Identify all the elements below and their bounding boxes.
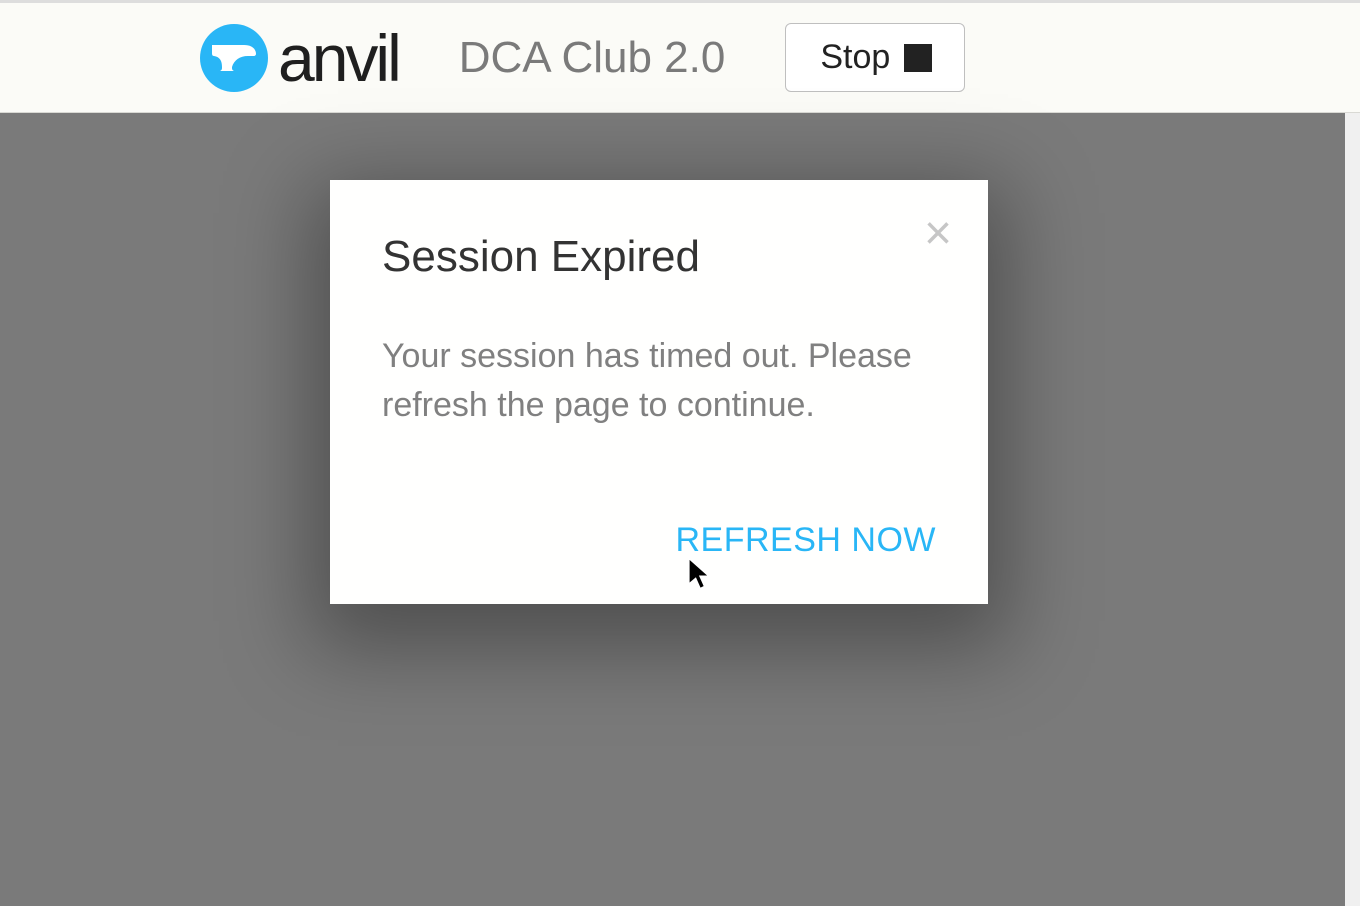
modal-footer: REFRESH NOW	[382, 521, 936, 560]
stop-button-label: Stop	[820, 38, 890, 77]
refresh-now-button[interactable]: REFRESH NOW	[676, 521, 937, 559]
app-title: DCA Club 2.0	[459, 33, 726, 83]
session-expired-modal: × Session Expired Your session has timed…	[330, 180, 988, 604]
anvil-logo[interactable]: anvil	[200, 20, 399, 96]
anvil-logo-icon	[200, 24, 268, 92]
right-gutter	[1345, 113, 1360, 906]
close-icon[interactable]: ×	[924, 210, 952, 258]
modal-body-text: Your session has timed out. Please refre…	[382, 332, 936, 431]
modal-title: Session Expired	[382, 232, 936, 282]
stop-button[interactable]: Stop	[785, 23, 965, 92]
anvil-logo-text: anvil	[278, 20, 399, 96]
app-preview-overlay: × Session Expired Your session has timed…	[0, 113, 1360, 906]
stop-icon	[904, 44, 932, 72]
header-bar: anvil DCA Club 2.0 Stop	[0, 3, 1360, 113]
